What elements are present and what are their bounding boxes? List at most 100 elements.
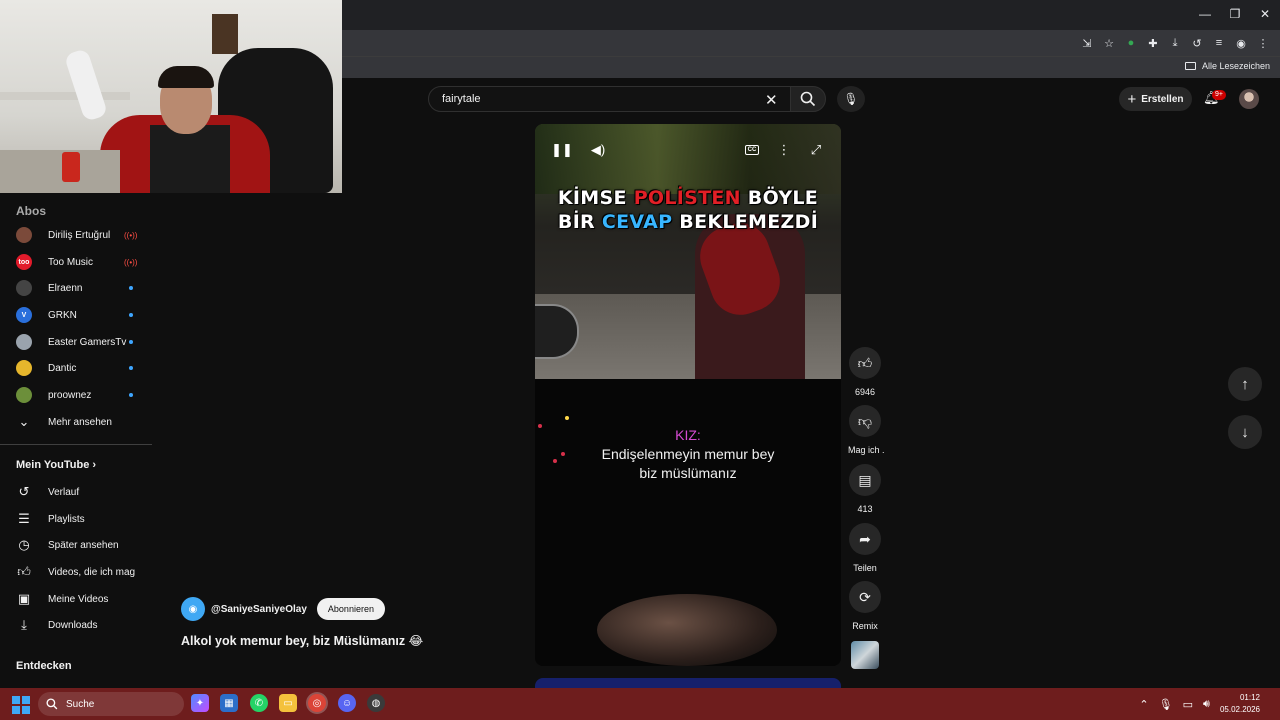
dislike-action[interactable]: 👎︎ Mag ich . [848,405,885,455]
sidebar-item-liked-videos[interactable]: 👍︎ Videos, die ich mag [0,559,154,585]
sidebar-item-playlists[interactable]: ☰ Playlists [0,506,154,532]
dislike-label: Mag ich . [848,445,885,455]
clear-search-icon[interactable]: ✕ [765,91,778,109]
sidebar-channel[interactable]: V GRKN [0,302,154,328]
store-icon[interactable]: ▦ [220,694,238,712]
remix-icon[interactable]: ⟳ [849,581,881,613]
subtitle-line: Endişelenmeyin memur bey [601,446,775,462]
thumbs-up-icon[interactable]: 👍︎ [849,347,881,379]
profile-icon[interactable]: ◉ [1232,34,1250,52]
speaker-icon[interactable]: 🔊︎ [1203,698,1210,711]
webcam-poster [212,14,238,54]
channel-name: GRKN [48,309,77,321]
search-input[interactable]: fairytale [442,93,481,105]
channel-name: Easter GamersTv [48,336,127,348]
close-window-icon[interactable]: ✕ [1250,0,1280,28]
previous-short-button[interactable]: ↑ [1228,367,1262,401]
microphone-icon: 🎙︎ [843,92,859,106]
sidebar-item-label: Später ansehen [48,539,119,551]
network-icon[interactable]: ▭ [1183,698,1193,711]
create-label: Erstellen [1141,93,1184,105]
folder-icon [1184,62,1196,70]
chevron-right-icon: › [92,459,97,471]
download-icon[interactable]: ⤓ [1166,34,1184,52]
minimize-icon[interactable]: — [1190,0,1220,28]
account-avatar[interactable] [1239,89,1259,109]
obs-icon[interactable]: ◍ [367,694,385,712]
channel-avatar [16,360,32,376]
arrow-up-icon: ↑ [1241,375,1249,393]
new-content-dot [129,340,133,344]
sidebar-channel[interactable]: Elraenn [0,275,154,301]
sidebar-item-my-videos[interactable]: ▣ Meine Videos [0,586,154,612]
sidebar-channel[interactable]: proownez [0,382,154,408]
sidebar-channel[interactable]: too Too Music ((•)) [0,249,154,275]
taskbar-search[interactable]: Suche [38,692,184,716]
history-icon[interactable]: ↺ [1188,34,1206,52]
microphone-icon[interactable]: 🎙︎ [1159,698,1173,711]
channel-avatar[interactable]: ◉ [181,597,205,621]
remix-action[interactable]: ⟳ Remix [848,581,882,631]
windows-start-icon[interactable] [12,696,30,714]
subscribe-button[interactable]: Abonnieren [316,598,385,620]
short-video-player[interactable]: KİMSE POLİSTEN BÖYLE BİR CEVAP BEKLEMEZD… [535,124,841,666]
show-more-button[interactable]: ⌄ Mehr ansehen [0,409,154,435]
sidebar-item-label: Meine Videos [48,593,109,605]
whatsapp-icon[interactable]: ✆ [250,694,268,712]
menu-icon[interactable]: ⋮ [1254,34,1272,52]
thumbs-down-icon[interactable]: 👎︎ [849,405,881,437]
sidebar-item-downloads[interactable]: ⤓ Downloads [0,612,154,638]
sidebar-channel[interactable]: Dantic [0,355,154,381]
create-button[interactable]: + Erstellen [1119,87,1192,111]
plus-icon: + [1127,90,1137,108]
comment-count: 413 [857,504,873,514]
channel-name: Elraenn [48,282,83,294]
share-icon[interactable]: ➦ [849,523,881,555]
clock[interactable]: 01:12 05.02.2026 [1220,692,1260,716]
comment-icon[interactable]: ▤ [849,464,881,496]
extension-green-icon[interactable]: ● [1122,34,1140,52]
toolbar-icons: ⇲ ☆ ● ✚ ⤓ ↺ ≡ ◉ ⋮ [1078,34,1272,52]
fullscreen-icon[interactable]: ⤢ [807,141,825,159]
copilot-icon[interactable]: ✦ [191,694,209,712]
pause-icon[interactable]: ❚❚ [551,141,573,159]
voice-search-button[interactable]: 🎙︎ [837,86,865,112]
like-action[interactable]: 👍︎ 6946 [848,347,882,397]
webcam-overlay [0,0,342,193]
channel-info: ◉ @SaniyeSaniyeOlay Abonnieren [181,597,385,621]
install-app-icon[interactable]: ⇲ [1078,34,1096,52]
file-explorer-icon[interactable]: ▭ [279,694,297,712]
next-short-button[interactable]: ↓ [1228,415,1262,449]
all-bookmarks[interactable]: Alle Lesezeichen [1184,61,1270,71]
chevron-up-icon[interactable]: ⌃ [1139,698,1148,711]
more-options-icon[interactable]: ⋮ [775,141,793,159]
sidebar-item-watch-later[interactable]: ◷ Später ansehen [0,532,154,558]
my-youtube-heading[interactable]: Mein YouTube › [16,459,96,471]
channel-name: proownez [48,389,92,401]
video-hand [597,594,777,666]
remix-label: Remix [852,621,878,631]
sidebar-channel[interactable]: Diriliş Ertuğrul ((•)) [0,222,154,248]
next-short-preview[interactable] [535,678,841,688]
sidebar-item-history[interactable]: ↺ Verlauf [0,479,154,505]
restore-icon[interactable]: ❐ [1220,0,1250,28]
video-controls: ❚❚ ◀) CC ⋮ ⤢ [535,124,841,174]
captions-icon[interactable]: CC [745,145,759,155]
channel-handle[interactable]: @SaniyeSaniyeOlay [211,604,307,615]
share-action[interactable]: ➦ Teilen [848,523,882,573]
discord-icon[interactable]: ☺ [338,694,356,712]
bookmark-star-icon[interactable]: ☆ [1100,34,1118,52]
new-content-dot [129,313,133,317]
sidebar-channel[interactable]: Easter GamersTv [0,329,154,355]
volume-icon[interactable]: ◀) [589,141,607,159]
taskbar-search-placeholder: Suche [66,698,95,710]
media-control-icon[interactable]: ≡ [1210,34,1228,52]
search-box[interactable]: fairytale ✕ [428,86,792,112]
extensions-icon[interactable]: ✚ [1144,34,1162,52]
search-button[interactable] [790,86,826,112]
chrome-icon[interactable]: ◎ [308,694,326,712]
sound-thumbnail[interactable] [851,641,879,669]
share-label: Teilen [853,563,877,573]
sidebar-item-label: Videos, die ich mag [48,566,136,578]
comments-action[interactable]: ▤ 413 [848,464,882,514]
